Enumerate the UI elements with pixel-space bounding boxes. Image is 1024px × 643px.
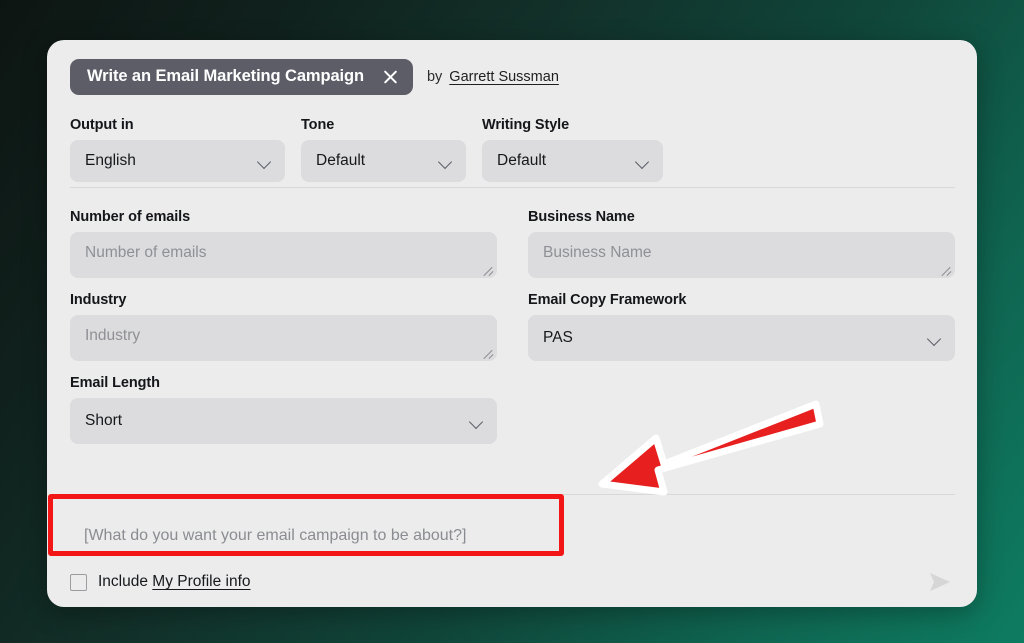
select-writing-style-value: Default bbox=[497, 152, 547, 169]
label-output-language: Output in bbox=[70, 117, 134, 133]
prompt-input[interactable]: [What do you want your email campaign to… bbox=[70, 509, 955, 563]
close-icon[interactable] bbox=[382, 68, 399, 85]
grid-row-2: Industry Industry Email Copy Framework P… bbox=[70, 292, 955, 361]
input-business-name[interactable]: Business Name bbox=[528, 232, 955, 278]
resize-handle-icon[interactable] bbox=[481, 262, 494, 275]
select-writing-style[interactable]: Default bbox=[482, 140, 663, 182]
grid-row-1: Number of emails Number of emails Busine… bbox=[70, 209, 955, 278]
selector-row: Output in English Tone Default Writing S… bbox=[70, 117, 663, 182]
resize-handle-icon[interactable] bbox=[939, 262, 952, 275]
template-title-label: Write an Email Marketing Campaign bbox=[87, 67, 364, 85]
label-email-length: Email Length bbox=[70, 375, 160, 391]
byline-prefix: by bbox=[426, 69, 443, 85]
byline-author-link[interactable]: Garrett Sussman bbox=[449, 69, 559, 85]
prompt-card: Write an Email Marketing Campaign by Gar… bbox=[47, 40, 977, 607]
field-tone: Tone Default bbox=[301, 117, 466, 182]
placeholder-industry: Industry bbox=[85, 327, 141, 344]
select-tone-value: Default bbox=[316, 152, 366, 169]
placeholder-business-name: Business Name bbox=[543, 244, 652, 261]
field-grid: Number of emails Number of emails Busine… bbox=[70, 209, 955, 444]
select-email-length[interactable]: Short bbox=[70, 398, 497, 444]
field-number-of-emails: Number of emails Number of emails bbox=[70, 209, 497, 278]
grid-cell-empty bbox=[528, 375, 955, 444]
chevron-down-icon bbox=[257, 157, 272, 166]
input-number-of-emails[interactable]: Number of emails bbox=[70, 232, 497, 278]
include-profile-text: Include My Profile info bbox=[98, 573, 251, 591]
divider-bottom bbox=[70, 494, 955, 495]
chevron-down-icon bbox=[438, 157, 453, 166]
select-output-language[interactable]: English bbox=[70, 140, 285, 182]
field-email-length: Email Length Short bbox=[70, 375, 497, 444]
card-header: Write an Email Marketing Campaign by Gar… bbox=[70, 59, 559, 95]
field-business-name: Business Name Business Name bbox=[528, 209, 955, 278]
label-email-copy-framework: Email Copy Framework bbox=[528, 292, 687, 308]
label-writing-style: Writing Style bbox=[482, 117, 570, 133]
grid-row-3: Email Length Short bbox=[70, 375, 955, 444]
chevron-down-icon bbox=[635, 157, 650, 166]
byline: by Garrett Sussman bbox=[427, 69, 559, 85]
my-profile-info-link[interactable]: My Profile info bbox=[152, 573, 250, 590]
include-profile-checkbox[interactable] bbox=[70, 573, 87, 591]
field-output-language: Output in English bbox=[70, 117, 285, 182]
template-title-chip[interactable]: Write an Email Marketing Campaign bbox=[70, 59, 413, 95]
select-email-copy-framework[interactable]: PAS bbox=[528, 315, 955, 361]
label-industry: Industry bbox=[70, 292, 127, 308]
resize-handle-icon[interactable] bbox=[481, 345, 494, 358]
field-email-copy-framework: Email Copy Framework PAS bbox=[528, 292, 955, 361]
send-arrow-icon bbox=[930, 573, 950, 591]
field-industry: Industry Industry bbox=[70, 292, 497, 361]
placeholder-number-of-emails: Number of emails bbox=[85, 244, 207, 261]
label-business-name: Business Name bbox=[528, 209, 635, 225]
select-email-copy-framework-value: PAS bbox=[543, 329, 573, 346]
card-footer: Include My Profile info bbox=[70, 560, 955, 604]
send-button[interactable] bbox=[925, 567, 955, 597]
input-industry[interactable]: Industry bbox=[70, 315, 497, 361]
select-email-length-value: Short bbox=[85, 412, 123, 429]
include-label: Include bbox=[98, 573, 148, 590]
chevron-down-icon bbox=[469, 417, 484, 426]
field-writing-style: Writing Style Default bbox=[482, 117, 663, 182]
label-number-of-emails: Number of emails bbox=[70, 209, 191, 225]
select-tone[interactable]: Default bbox=[301, 140, 466, 182]
divider-top bbox=[70, 187, 955, 188]
include-profile-toggle[interactable]: Include My Profile info bbox=[70, 573, 251, 591]
label-tone: Tone bbox=[301, 117, 335, 133]
chevron-down-icon bbox=[927, 334, 942, 343]
prompt-placeholder: [What do you want your email campaign to… bbox=[84, 527, 467, 544]
select-output-language-value: English bbox=[85, 152, 136, 169]
